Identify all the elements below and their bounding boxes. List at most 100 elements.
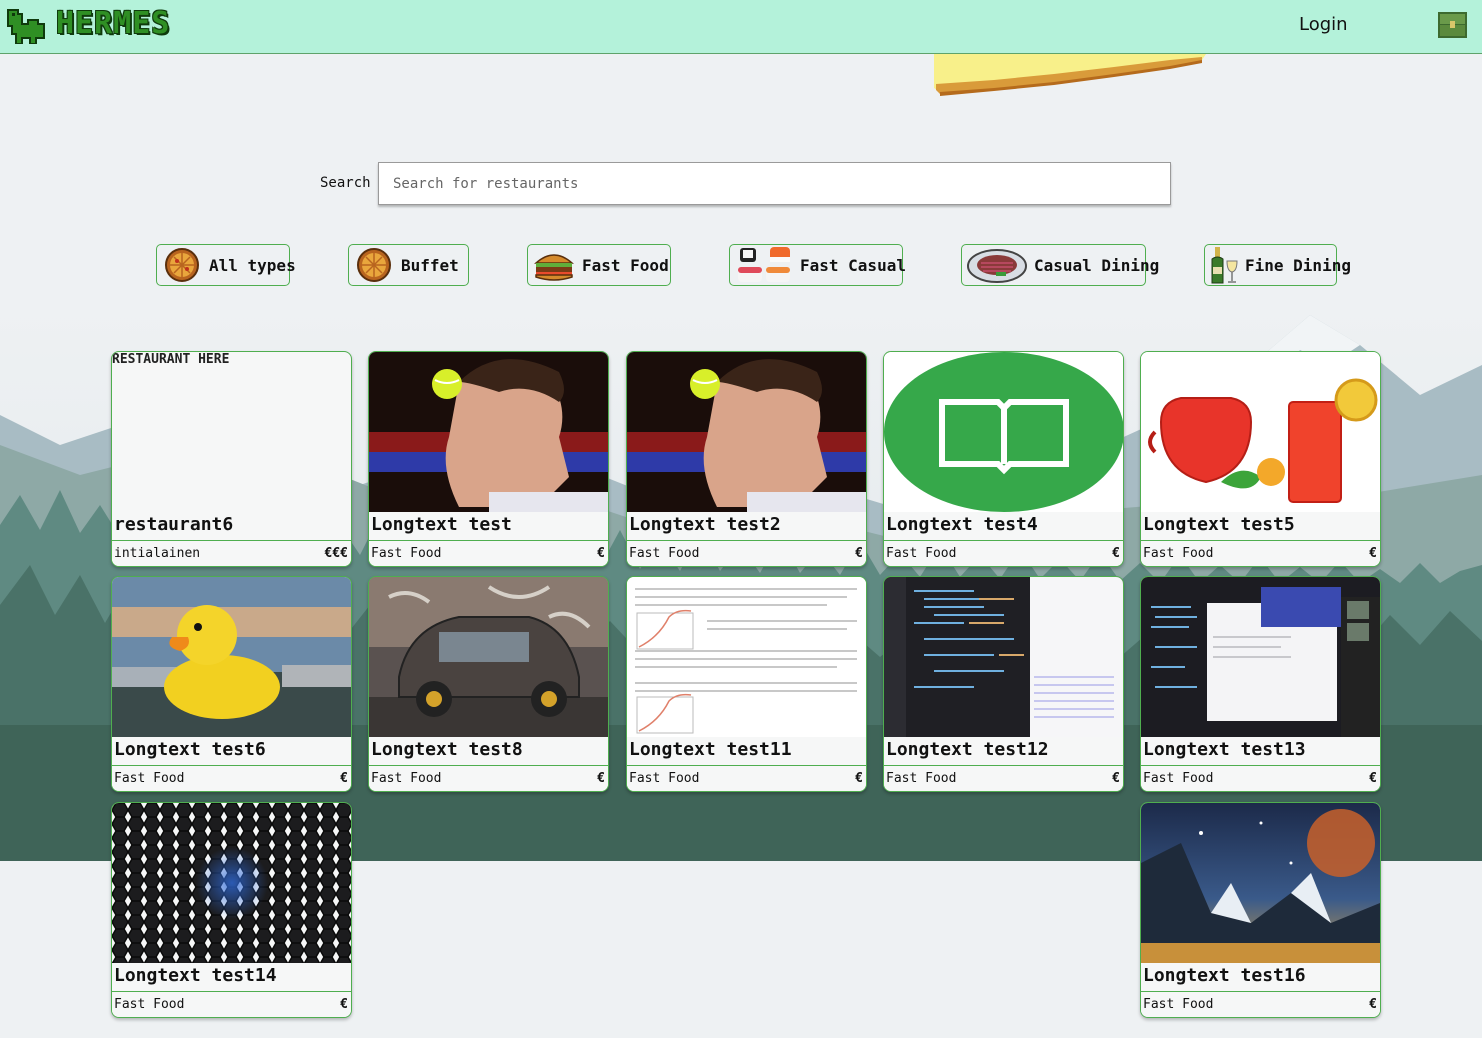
restaurant-meta: Fast Food € (627, 765, 866, 791)
restaurant-name: Longtext test5 (1143, 514, 1295, 535)
restaurant-image (627, 352, 866, 512)
restaurant-meta: Fast Food € (369, 540, 608, 566)
logo-text: HERMES (56, 6, 171, 41)
restaurant-type: Fast Food (114, 771, 185, 786)
restaurant-image (884, 577, 1123, 737)
filter-fast-casual-button[interactable]: Fast Casual (729, 244, 906, 286)
restaurant-image (884, 352, 1123, 512)
burger-icon (534, 254, 574, 281)
filter-fast-food-button[interactable]: Fast Food (527, 244, 671, 286)
restaurant-meta: Fast Food € (884, 540, 1123, 566)
filter-casual-dining-button[interactable]: Casual Dining (961, 244, 1159, 286)
restaurant-price: € (1369, 546, 1377, 561)
filter-label: All types (209, 255, 296, 275)
restaurant-type: intialainen (114, 546, 201, 561)
restaurant-price: € (597, 771, 605, 786)
restaurant-price: € (1369, 997, 1377, 1012)
restaurant-price: € (1112, 771, 1120, 786)
restaurant-card[interactable]: Longtext test11 Fast Food € (626, 576, 867, 792)
restaurant-name: Longtext test4 (886, 514, 1038, 535)
restaurant-price: €€€ (324, 546, 348, 561)
filter-label: Casual Dining (1034, 255, 1160, 275)
filter-buffet-button[interactable]: Buffet (348, 244, 469, 286)
restaurant-type: Fast Food (886, 771, 957, 786)
restaurant-card[interactable]: Longtext test16 Fast Food € (1140, 802, 1381, 1018)
restaurant-name: Longtext test6 (114, 739, 266, 760)
search-label: Search (320, 175, 371, 191)
restaurant-image (627, 577, 866, 737)
pizza-icon (357, 248, 391, 282)
search-input[interactable] (378, 162, 1171, 205)
filter-label: Fine Dining (1245, 255, 1351, 275)
sushi-icon (738, 247, 790, 282)
treasure-chest-menu-icon[interactable] (1438, 12, 1467, 38)
restaurant-name: Longtext test16 (1143, 965, 1306, 986)
restaurant-image (1141, 577, 1380, 737)
filter-label: Buffet (401, 255, 459, 275)
restaurant-meta: Fast Food € (627, 540, 866, 566)
restaurant-type: Fast Food (1143, 771, 1214, 786)
restaurant-image (112, 803, 351, 963)
restaurant-card[interactable]: Longtext test13 Fast Food € (1140, 576, 1381, 792)
wine-icon (1211, 247, 1238, 284)
restaurant-type: Fast Food (371, 771, 442, 786)
restaurant-card[interactable]: Longtext test2 Fast Food € (626, 351, 867, 567)
hermes-logo[interactable]: HERMES (4, 4, 214, 46)
restaurant-meta: Fast Food € (1141, 540, 1380, 566)
restaurant-name: Longtext test14 (114, 965, 277, 986)
restaurant-price: € (340, 771, 348, 786)
broken-image-alt-text: RESTAURANT HERE (112, 352, 230, 367)
restaurant-meta: Fast Food € (112, 991, 351, 1017)
restaurant-card[interactable]: RESTAURANT HERE restaurant6 intialainen … (111, 351, 352, 567)
restaurant-card[interactable]: Longtext test8 Fast Food € (368, 576, 609, 792)
restaurant-price: € (340, 997, 348, 1012)
restaurant-name: Longtext test11 (629, 739, 792, 760)
restaurant-card[interactable]: Longtext test4 Fast Food € (883, 351, 1124, 567)
dinosaur-logo-icon (7, 9, 45, 44)
filter-label: Fast Food (582, 255, 669, 275)
restaurant-card[interactable]: Longtext test12 Fast Food € (883, 576, 1124, 792)
restaurant-type: Fast Food (886, 546, 957, 561)
steak-icon (967, 249, 1027, 283)
filter-all-types-button[interactable]: All types (156, 244, 296, 286)
restaurant-price: € (597, 546, 605, 561)
restaurant-image-broken: RESTAURANT HERE (112, 352, 351, 512)
restaurant-image (1141, 803, 1380, 963)
restaurant-name: Longtext test2 (629, 514, 781, 535)
restaurant-type: Fast Food (629, 771, 700, 786)
restaurant-price: € (1369, 771, 1377, 786)
restaurant-card[interactable]: Longtext test6 Fast Food € (111, 576, 352, 792)
restaurant-type: Fast Food (114, 997, 185, 1012)
restaurant-type: Fast Food (629, 546, 700, 561)
restaurant-price: € (855, 546, 863, 561)
restaurant-meta: Fast Food € (884, 765, 1123, 791)
restaurant-type: Fast Food (371, 546, 442, 561)
restaurant-meta: intialainen €€€ (112, 540, 351, 566)
restaurant-card[interactable]: Longtext test14 Fast Food € (111, 802, 352, 1018)
filter-label: Fast Casual (800, 255, 906, 275)
restaurant-name: Longtext test (371, 514, 512, 535)
restaurant-image (369, 577, 608, 737)
restaurant-image (112, 577, 351, 737)
restaurant-meta: Fast Food € (112, 765, 351, 791)
restaurant-image (1141, 352, 1380, 512)
restaurant-card[interactable]: Longtext test5 Fast Food € (1140, 351, 1381, 567)
restaurant-type: Fast Food (1143, 997, 1214, 1012)
restaurant-image (369, 352, 608, 512)
restaurant-meta: Fast Food € (1141, 991, 1380, 1017)
restaurant-name: Longtext test12 (886, 739, 1049, 760)
restaurant-meta: Fast Food € (369, 765, 608, 791)
restaurant-name: Longtext test8 (371, 739, 523, 760)
restaurant-name: restaurant6 (114, 514, 234, 535)
restaurant-card[interactable]: Longtext test Fast Food € (368, 351, 609, 567)
pizza-slice-decoration (934, 54, 1206, 96)
restaurant-meta: Fast Food € (1141, 765, 1380, 791)
restaurant-type: Fast Food (1143, 546, 1214, 561)
restaurant-name: Longtext test13 (1143, 739, 1306, 760)
top-navigation-bar: HERMES Login (0, 0, 1482, 54)
login-link[interactable]: Login (1299, 14, 1348, 35)
restaurant-price: € (1112, 546, 1120, 561)
pizza-icon (165, 248, 199, 282)
filter-fine-dining-button[interactable]: Fine Dining (1204, 244, 1351, 286)
restaurant-price: € (855, 771, 863, 786)
